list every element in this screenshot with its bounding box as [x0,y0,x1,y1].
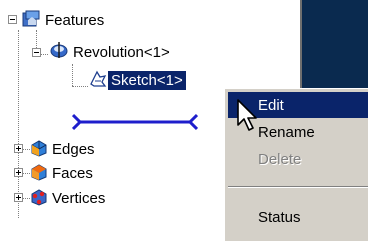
faces-icon [31,164,47,181]
tree-item-label: Vertices [52,189,106,207]
tree-connector [72,86,88,87]
tree-item-label: Revolution<1> [73,43,170,61]
tree-connector [18,30,19,218]
tree-item-label: Faces [52,164,93,182]
menu-separator [228,186,368,188]
expand-vertices-toggle[interactable] [14,193,23,202]
collapse-features-toggle[interactable] [8,15,17,24]
menu-item-label: Status [258,208,301,226]
menu-item-delete: Delete [228,146,368,172]
menu-item-label: Delete [258,150,302,168]
revolution-icon [50,42,68,58]
expand-edges-toggle[interactable] [14,144,23,153]
tree-item-vertices[interactable]: Vertices [49,187,105,209]
expand-faces-toggle[interactable] [14,168,23,177]
drag-insertion-marker [72,113,198,131]
sketch-icon [90,70,107,87]
tree-item-label: Features [45,11,105,29]
menu-item-status[interactable]: Status [228,204,368,230]
tree-item-revolution[interactable]: Revolution<1> [70,41,170,63]
tree-item-label: Sketch<1> [111,72,183,89]
edges-icon [31,140,47,157]
tree-item-features[interactable]: Features [42,9,104,31]
tree-item-edges[interactable]: Edges [49,138,95,160]
vertices-icon [31,189,47,206]
menu-item-label: Rename [258,123,315,141]
tree-item-label: Edges [52,140,95,158]
tree-connector [72,64,73,86]
tree-item-faces[interactable]: Faces [49,162,93,184]
features-icon [22,10,40,27]
mouse-pointer-icon [237,99,257,131]
tree-item-sketch-selected[interactable]: Sketch<1> [107,70,187,91]
collapse-revolution-toggle[interactable] [32,48,41,57]
